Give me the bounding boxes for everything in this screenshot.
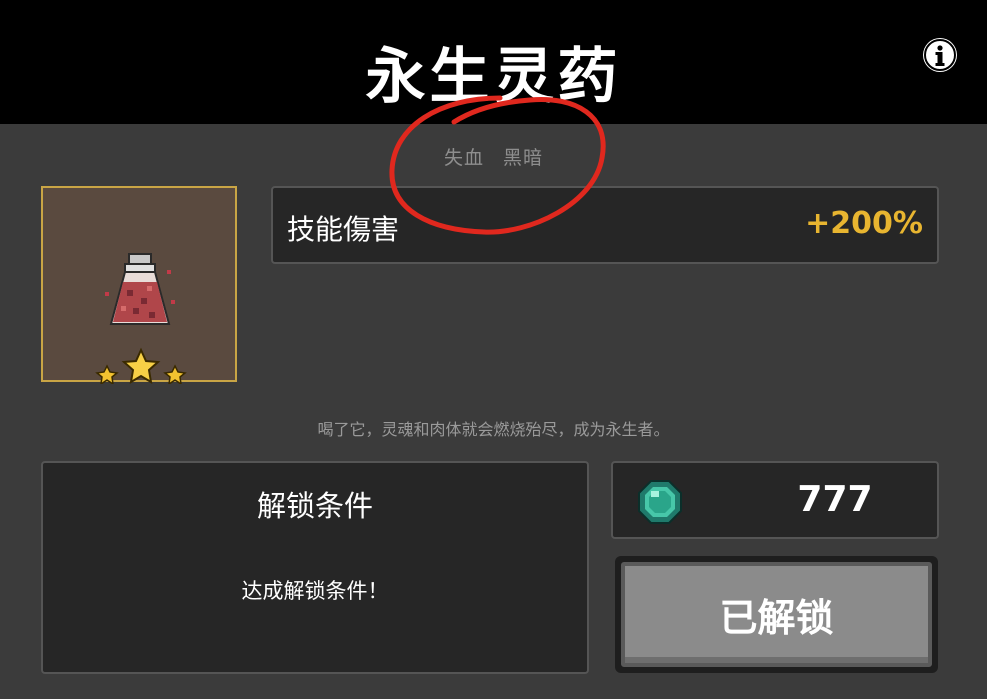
tag-bleed: 失血 <box>443 147 484 169</box>
item-description: 喝了它，灵魂和肉体就会燃烧殆尽，成为永生者。 <box>317 420 670 439</box>
stat-name: 技能傷害 <box>287 213 400 246</box>
unlocked-button-label: 已解锁 <box>621 562 932 667</box>
item-title: 永生灵药 <box>365 42 622 112</box>
stat-bar-skill-damage: 技能傷害 +200% <box>271 186 939 264</box>
item-detail-screen: 永生灵药 失血 黑暗 技能傷害 +200% 喝了它，灵魂和肉体就会燃烧殆尽，成为… <box>0 0 987 699</box>
rarity-stars <box>95 347 187 384</box>
star-icon <box>121 347 161 384</box>
title-bar: 永生灵药 <box>0 0 987 124</box>
stat-value: +200% <box>805 206 923 241</box>
unlock-title: 解锁条件 <box>256 489 373 523</box>
info-icon <box>924 39 956 71</box>
star-icon <box>95 364 119 384</box>
unlock-condition-panel: 解锁条件 达成解锁条件！ <box>41 461 589 674</box>
cost-panel: 777 <box>611 461 939 539</box>
gem-icon <box>638 480 682 524</box>
tag-dark: 黑暗 <box>503 147 544 169</box>
item-icon-frame <box>41 186 237 384</box>
star-icon <box>163 364 187 384</box>
info-button[interactable] <box>923 38 957 72</box>
cost-value: 777 <box>797 479 873 520</box>
item-tags: 失血 黑暗 <box>0 143 987 170</box>
unlock-text: 达成解锁条件！ <box>241 579 389 603</box>
unlocked-button[interactable]: 已解锁 <box>615 556 938 673</box>
